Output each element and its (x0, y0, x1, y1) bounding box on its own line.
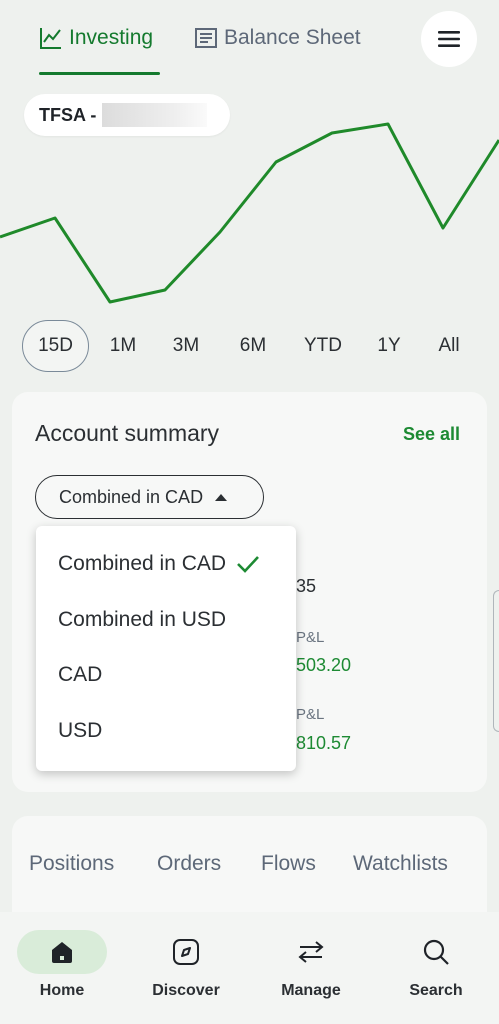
nav-discover[interactable]: Discover (136, 930, 236, 1000)
tab-watchlists[interactable]: Watchlists (353, 852, 448, 876)
nav-discover-icon-wrap (141, 930, 231, 974)
transfer-arrows-icon (298, 941, 324, 963)
time-range-selector: 15D 1M 3M 6M YTD 1Y All (0, 320, 499, 372)
range-1y[interactable]: 1Y (375, 320, 403, 372)
checkmark-icon (237, 556, 260, 573)
top-tab-bar: Investing Balance Sheet (0, 0, 499, 80)
nav-home-icon-wrap (17, 930, 107, 974)
menu-button[interactable] (421, 11, 477, 67)
range-1m[interactable]: 1M (106, 320, 140, 372)
nav-manage-icon-wrap (266, 930, 356, 974)
home-icon (52, 942, 72, 963)
caret-up-icon (215, 493, 228, 501)
pl-value-2: 810.57 (296, 733, 352, 753)
tab-orders[interactable]: Orders (157, 852, 221, 876)
nav-manage[interactable]: Manage (261, 930, 361, 1000)
pl-label-1: P&L (296, 629, 325, 646)
nav-manage-label: Manage (281, 982, 341, 999)
option-combined-usd[interactable]: Combined in USD (58, 608, 226, 632)
tab-balance-sheet[interactable]: Balance Sheet (194, 26, 361, 50)
nav-home-label: Home (39, 982, 85, 999)
option-combined-cad[interactable]: Combined in CAD (58, 552, 260, 576)
nav-search-icon-wrap (391, 930, 481, 974)
tab-positions[interactable]: Positions (29, 852, 114, 876)
pl-value-1: 503.20 (296, 655, 352, 675)
search-icon (423, 939, 449, 965)
range-ytd[interactable]: YTD (301, 320, 345, 372)
line-chart-icon (40, 28, 61, 49)
range-all[interactable]: All (434, 320, 464, 372)
nav-home[interactable]: Home (12, 930, 112, 1000)
performance-line (0, 122, 499, 304)
range-6m[interactable]: 6M (235, 320, 271, 372)
currency-dropdown[interactable]: Combined in CAD (35, 475, 264, 519)
summary-value-partial: 35 (296, 576, 317, 596)
nav-search-label: Search (409, 982, 463, 999)
tab-flows[interactable]: Flows (261, 852, 316, 876)
currency-dropdown-value: Combined in CAD (59, 486, 204, 507)
nav-discover-label: Discover (152, 982, 220, 999)
bottom-navigation: Home Discover Manage Search (0, 912, 499, 1024)
currency-dropdown-menu: Combined in CAD Combined in USD CAD USD (36, 526, 296, 771)
see-all-link[interactable]: See all (403, 424, 460, 445)
option-combined-cad-label: Combined in CAD (58, 552, 227, 575)
tab-investing-label: Investing (69, 26, 154, 49)
nav-search[interactable]: Search (386, 930, 486, 1000)
holdings-tabs-card: Positions Orders Flows Watchlists (12, 816, 487, 926)
account-summary-title: Account summary (35, 420, 220, 446)
tab-investing[interactable]: Investing (39, 26, 153, 50)
side-drawer-handle[interactable] (493, 590, 499, 732)
range-15d[interactable]: 15D (22, 320, 89, 372)
performance-line-chart (0, 122, 499, 304)
pl-label-2: P&L (296, 706, 325, 723)
tab-balance-sheet-label: Balance Sheet (224, 26, 361, 49)
compass-icon (173, 939, 199, 965)
document-icon (195, 28, 217, 48)
option-cad[interactable]: CAD (58, 663, 102, 687)
hamburger-menu-icon (438, 31, 460, 47)
range-3m[interactable]: 3M (168, 320, 204, 372)
active-tab-indicator (39, 72, 160, 75)
option-usd[interactable]: USD (58, 719, 102, 743)
